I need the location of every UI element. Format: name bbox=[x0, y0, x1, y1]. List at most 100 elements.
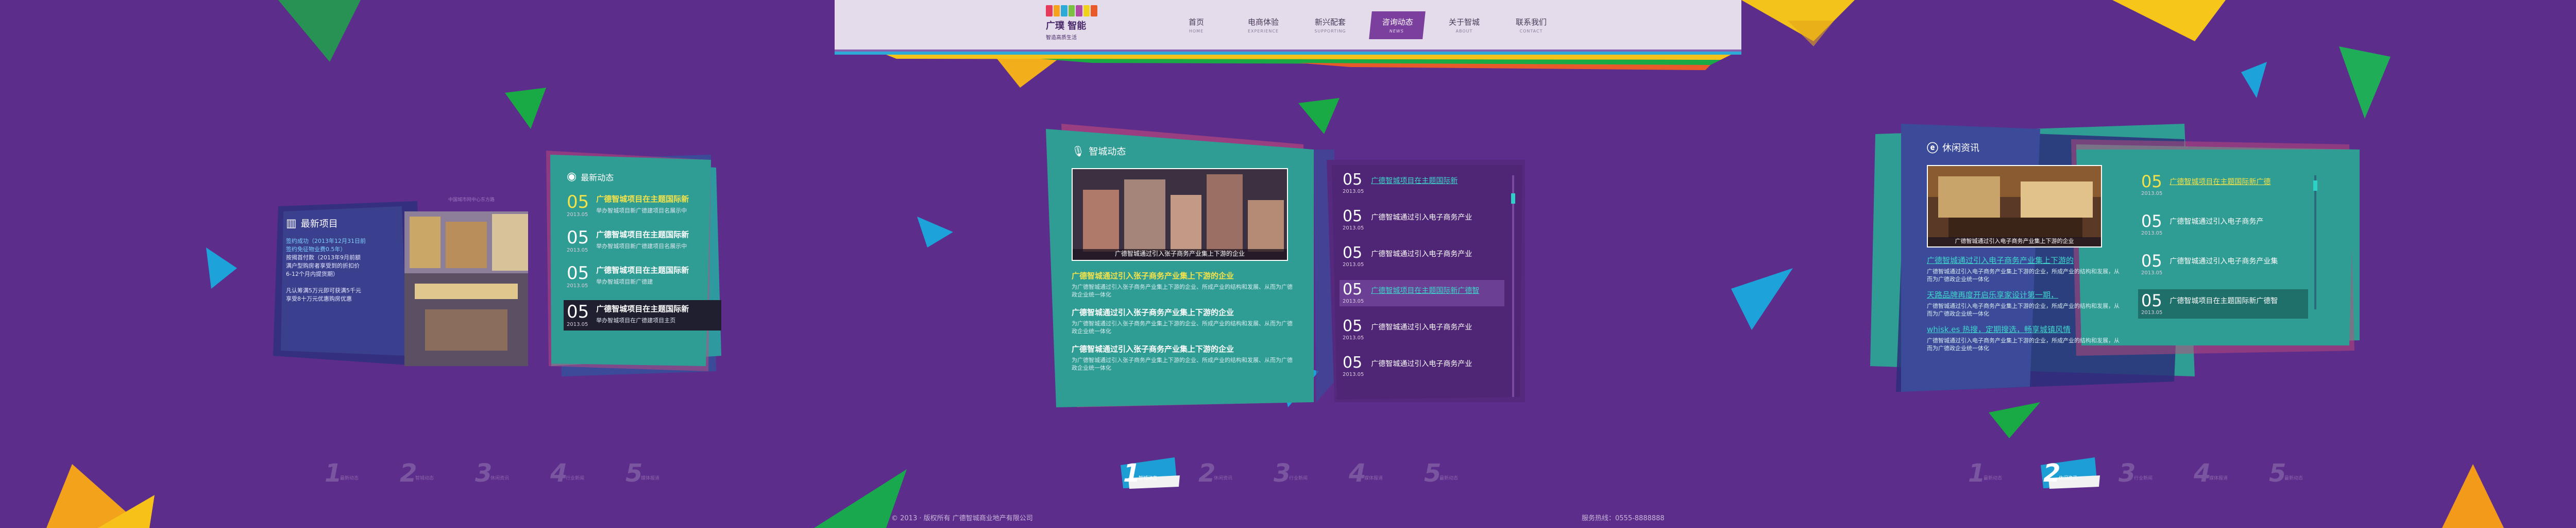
pager-number: 4 bbox=[550, 459, 568, 488]
pager-number: 2 bbox=[2043, 459, 2061, 488]
center-article[interactable]: 广德智城通过引入张子商务产业集上下游的企业 为广德智城通过引入张子商务产业集上下游… bbox=[1072, 270, 1293, 299]
footer-hotline: 服务热线：0555-8888888 bbox=[1582, 515, 1665, 522]
center-list-item[interactable]: 05 2013.05 广德智城通过引入电子商务产业 bbox=[1340, 207, 1504, 233]
dev-line: 满户型购房者享受到的折扣价 bbox=[286, 262, 360, 269]
right-list-item[interactable]: 05 2013.05 广德智城项目在主题国际新广德 bbox=[2138, 170, 2308, 200]
news-title: 广德智城通过引入电子商务产 bbox=[2170, 218, 2264, 226]
pager-item[interactable]: 4 媒体报道 bbox=[1349, 459, 1395, 490]
site-logo[interactable]: 广璞 智能 智造高质生活 bbox=[1046, 5, 1098, 46]
left-dev-title: 最新项目 bbox=[300, 219, 338, 229]
news-title: 广德智城通过引入电子商务产业 bbox=[1371, 250, 1472, 258]
logo-block bbox=[1091, 5, 1098, 16]
logo-color-blocks bbox=[1046, 5, 1098, 16]
news-day: 05 bbox=[567, 302, 589, 322]
pager-item[interactable]: 3 行业新闻 bbox=[1274, 459, 1320, 490]
news-day: 05 bbox=[2141, 172, 2162, 191]
logo-slogan: 智造高质生活 bbox=[1046, 35, 1077, 41]
pager-label: 休闲资讯 bbox=[2059, 476, 2078, 481]
logo-block bbox=[1076, 5, 1082, 16]
pager-item[interactable]: 1 最新动态 bbox=[1968, 459, 2014, 490]
right-article[interactable]: 天路品牌再度开启乐享家设计第一期， 广德智城通过引入电子商务产业集上下游的企业，所… bbox=[1927, 289, 2123, 318]
left-mall-photo[interactable] bbox=[404, 211, 528, 366]
news-date: 05 2013.05 bbox=[567, 229, 589, 253]
nav-item-supporting[interactable]: 新兴配套 SUPPORTING bbox=[1303, 11, 1357, 39]
pager-item[interactable]: 2 休闲资讯 bbox=[2041, 457, 2100, 490]
nav-item-home[interactable]: 首页 HOME bbox=[1170, 11, 1223, 39]
news-list-item[interactable]: 05 2013.05 广德智城项目在主题国际新 举办智城项目新广德建项目名展示中 bbox=[567, 229, 721, 253]
right-article-text: 广德智城通过引入电子商务产业集上下游的企业，所成产业的结构和发展，从而为广德政企… bbox=[1927, 268, 2120, 283]
news-body: 广德智城项目在主题国际新 举办智城项目在广德建项目主页 bbox=[596, 303, 689, 324]
center-article[interactable]: 广德智城通过引入张子商务产业集上下游的企业 为广德智城通过引入张子商务产业集上下游… bbox=[1072, 343, 1293, 372]
center-list-item[interactable]: 05 2013.05 广德智城通过引入电子商务产业 bbox=[1340, 243, 1504, 270]
nav-item-experience[interactable]: 电商体验 EXPERIENCE bbox=[1236, 11, 1290, 39]
nav-item-contact[interactable]: 联系我们 CONTACT bbox=[1504, 11, 1558, 39]
dev-line bbox=[286, 278, 404, 287]
right-list-item[interactable]: 05 2013.05 广德智城通过引入电子商务产业集 bbox=[2138, 250, 2308, 279]
left-photo-caption: 中国城市网中心东方路 bbox=[448, 197, 495, 203]
pager-item[interactable]: 2 休闲资讯 bbox=[1198, 459, 1245, 490]
pager-label: 最新动态 bbox=[340, 476, 359, 481]
center-list-item[interactable]: 05 2013.05 广德智城项目在主题国际新广德智 bbox=[1340, 280, 1504, 306]
pager-item[interactable]: 5 媒体报道 bbox=[625, 459, 672, 490]
center-scrollbar-thumb[interactable] bbox=[1511, 193, 1515, 204]
news-date: 05 2013.05 bbox=[567, 193, 589, 218]
news-year-month: 2013.05 bbox=[1343, 225, 1364, 231]
news-title: 广德智城通过引入电子商务产业 bbox=[1371, 213, 1472, 222]
pager-item[interactable]: 1 智城动态 bbox=[1121, 457, 1180, 490]
pager-item[interactable]: 4 行业新闻 bbox=[550, 459, 597, 490]
news-day: 05 bbox=[1343, 244, 1363, 262]
right-article-text: 广德智城通过引入电子商务产业集上下游的企业，所成产业的结构和发展，从而为广德政企… bbox=[1927, 303, 2120, 317]
news-title: 广德智城通过引入电子商务产业集 bbox=[2170, 257, 2278, 266]
logo-block bbox=[1061, 5, 1067, 16]
dev-line: 按揭首付款（2013年9月前额 bbox=[286, 254, 361, 261]
right-article[interactable]: 广德智城通过引入电子商务产业集上下游的 广德智城通过引入电子商务产业集上下游的企业… bbox=[1927, 255, 2123, 283]
right-article[interactable]: whisk.es 热搜，定期搜选，畅享城镇风情 广德智城通过引入电子商务产业集上下… bbox=[1927, 324, 2123, 352]
news-date: 05 2013.05 bbox=[2141, 213, 2162, 236]
center-city-photo[interactable]: 广德智城通过引入张子商务产业集上下游的企业 bbox=[1072, 168, 1288, 261]
left-dev-header: ▥ 最新项目 bbox=[286, 217, 404, 230]
pager-label: 行业新闻 bbox=[2134, 476, 2153, 481]
center-list-item[interactable]: 05 2013.05 广德智城通过引入电子商务产业 bbox=[1340, 317, 1504, 343]
right-pager: 1 最新动态 2 休闲资讯 3 行业新闻 4 媒体报道 5 最新动态 bbox=[1968, 457, 2315, 490]
news-year-month: 2013.05 bbox=[567, 212, 588, 218]
dev-line: 6-12个月内提货期） bbox=[286, 271, 338, 277]
pager-item[interactable]: 1 最新动态 bbox=[325, 459, 371, 490]
nav-item-en-label: ABOUT bbox=[1455, 29, 1473, 34]
right-scrollbar[interactable] bbox=[2314, 175, 2316, 309]
right-list-item[interactable]: 05 2013.05 广德智城项目在主题国际新广德智 bbox=[2138, 289, 2308, 319]
news-list-item[interactable]: 05 2013.05 广德智城项目在主题国际新 举办智城项目在广德建项目主页 bbox=[564, 300, 721, 331]
news-day: 05 bbox=[1343, 280, 1363, 299]
pager-item[interactable]: 3 休闲资讯 bbox=[475, 459, 521, 490]
left-news-card: ◉ 最新动态 05 2013.05 广德智城项目在主题国际新 举办智城项目新广德建项目… bbox=[564, 170, 721, 342]
pager-label: 最新动态 bbox=[2284, 476, 2303, 481]
news-list-item[interactable]: 05 2013.05 广德智城项目在主题国际新 举办智城项目新广德建项目名展示中 bbox=[567, 193, 721, 218]
news-year-month: 2013.05 bbox=[1343, 335, 1364, 341]
center-article-text: 为广德智城通过引入张子商务产业集上下游的企业、所成产业的结构和发展、从而为广德政… bbox=[1072, 284, 1293, 298]
center-scrollbar[interactable] bbox=[1512, 175, 1514, 397]
news-date: 05 2013.05 bbox=[1343, 355, 1364, 378]
pager-item[interactable]: 2 智城动态 bbox=[400, 459, 446, 490]
news-title: 广德智城项目在主题国际新广德智 bbox=[2170, 297, 2278, 305]
news-list-item[interactable]: 05 2013.05 广德智城项目在主题国际新 举办智城项目新广德建 bbox=[567, 265, 721, 289]
pager-item[interactable]: 3 行业新闻 bbox=[2119, 459, 2165, 490]
center-article-list: 广德智城通过引入张子商务产业集上下游的企业 为广德智城通过引入张子商务产业集上下游… bbox=[1072, 270, 1293, 372]
news-title: 广德智城通过引入电子商务产业 bbox=[1371, 323, 1472, 332]
left-pager: 1 最新动态 2 智城动态 3 休闲资讯 4 行业新闻 5 媒体报道 bbox=[325, 459, 672, 490]
news-body: 广德智城项目在主题国际新 举办智城项目新广德建项目名展示中 bbox=[596, 193, 689, 214]
center-list-item[interactable]: 05 2013.05 广德智城项目在主题国际新 bbox=[1340, 170, 1504, 196]
nav-item-about[interactable]: 关于智城 ABOUT bbox=[1437, 11, 1491, 39]
right-interior-photo[interactable]: 广德智城通过引入电子商务产业集上下游的企业 bbox=[1927, 165, 2102, 248]
center-news-card: 🎙 智城动态 广德智城通过引入张子商务产业集上下游的企业 广德智城通过引入张子商… bbox=[1072, 144, 1293, 380]
center-list-item[interactable]: 05 2013.05 广德智城通过引入电子商务产业 bbox=[1340, 353, 1504, 380]
center-article[interactable]: 广德智城通过引入张子商务产业集上下游的企业 为广德智城通过引入张子商务产业集上下游… bbox=[1072, 307, 1293, 335]
pager-number: 5 bbox=[1424, 459, 1442, 488]
pager-number: 3 bbox=[2119, 459, 2136, 488]
right-list-item[interactable]: 05 2013.05 广德智城通过引入电子商务产 bbox=[2138, 210, 2308, 239]
news-day: 05 bbox=[1343, 317, 1363, 335]
news-year-month: 2013.05 bbox=[1343, 372, 1364, 377]
right-scrollbar-thumb[interactable] bbox=[2313, 180, 2317, 191]
pager-item[interactable]: 5 最新动态 bbox=[1424, 459, 1470, 490]
pager-item[interactable]: 4 媒体报道 bbox=[2194, 459, 2240, 490]
nav-item-news[interactable]: 咨询动态 NEWS bbox=[1369, 11, 1426, 39]
pager-item[interactable]: 5 最新动态 bbox=[2269, 459, 2315, 490]
